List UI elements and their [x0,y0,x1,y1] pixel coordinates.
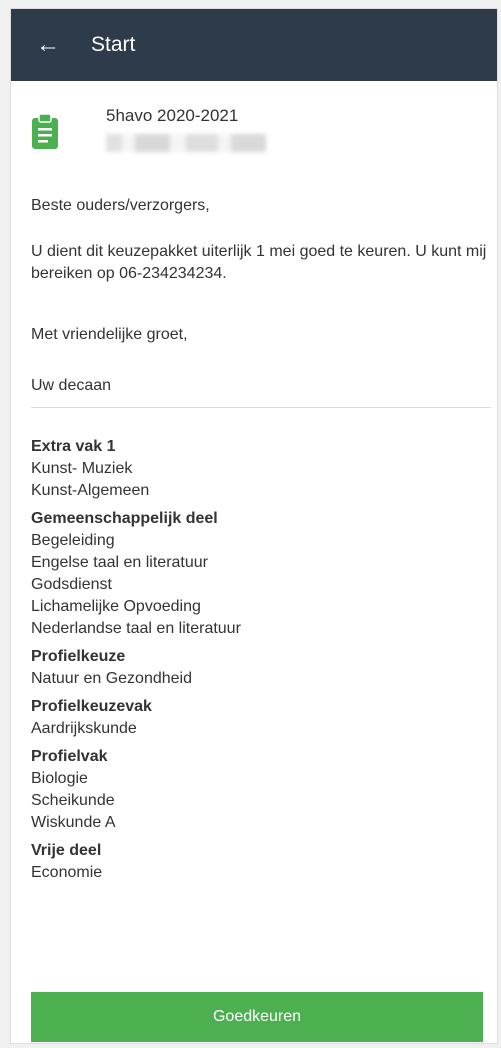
message-signature: Uw decaan [31,377,112,394]
group-title: Vrije deel [31,842,102,859]
group-profielkeuze: Profielkeuze Natuur en Gezondheid [31,646,491,690]
screen-card: ← Start 5havo 2020-2021 Beste ouders/ver… [10,8,498,1044]
message-text: U dient dit keuzepakket uiterlijk 1 mei … [31,243,487,282]
divider [31,407,491,408]
page-title: Start [91,33,136,56]
subject-item: Economie [31,864,103,881]
subject-item: Natuur en Gezondheid [31,670,192,687]
arrow-left-icon: ← [36,31,60,58]
subject-item: Nederlandse taal en literatuur [31,620,241,637]
group-gemeenschappelijk-deel: Gemeenschappelijk deel Begeleiding Engel… [31,508,491,640]
approve-button[interactable]: Goedkeuren [31,992,483,1042]
message-greeting: Beste ouders/verzorgers, [31,197,210,214]
group-profielkeuzevak: Profielkeuzevak Aardrijkskunde [31,696,491,740]
subject-item: Wiskunde A [31,814,116,831]
group-profielvak: Profielvak Biologie Scheikunde Wiskunde … [31,746,491,834]
subject-item: Engelse taal en literatuur [31,554,208,571]
subject-item: Begeleiding [31,532,115,549]
group-vrije-deel: Vrije deel Economie [31,840,491,884]
subject-item: Lichamelijke Opvoeding [31,598,201,615]
subject-item: Kunst-Algemeen [31,482,150,499]
app-bar: ← Start [11,9,497,81]
group-extra-vak: Extra vak 1 Kunst- Muziek Kunst-Algemeen [31,436,491,502]
subject-item: Kunst- Muziek [31,460,133,477]
back-button[interactable]: ← [23,20,73,70]
subject-item: Godsdienst [31,576,112,593]
group-title: Extra vak 1 [31,438,116,455]
package-title: 5havo 2020-2021 [106,106,239,125]
clipboard-icon [32,114,58,149]
redacted-student-name [106,134,266,152]
group-title: Profielkeuze [31,648,126,665]
package-header: 5havo 2020-2021 [31,106,491,166]
subject-item: Aardrijkskunde [31,720,137,737]
group-title: Profielkeuzevak [31,698,152,715]
group-title: Gemeenschappelijk deel [31,510,218,527]
message-closing: Met vriendelijke groet, [31,326,188,343]
group-title: Profielvak [31,748,108,765]
subject-item: Scheikunde [31,792,115,809]
subject-groups: Extra vak 1 Kunst- Muziek Kunst-Algemeen… [31,436,491,890]
subject-item: Biologie [31,770,88,787]
